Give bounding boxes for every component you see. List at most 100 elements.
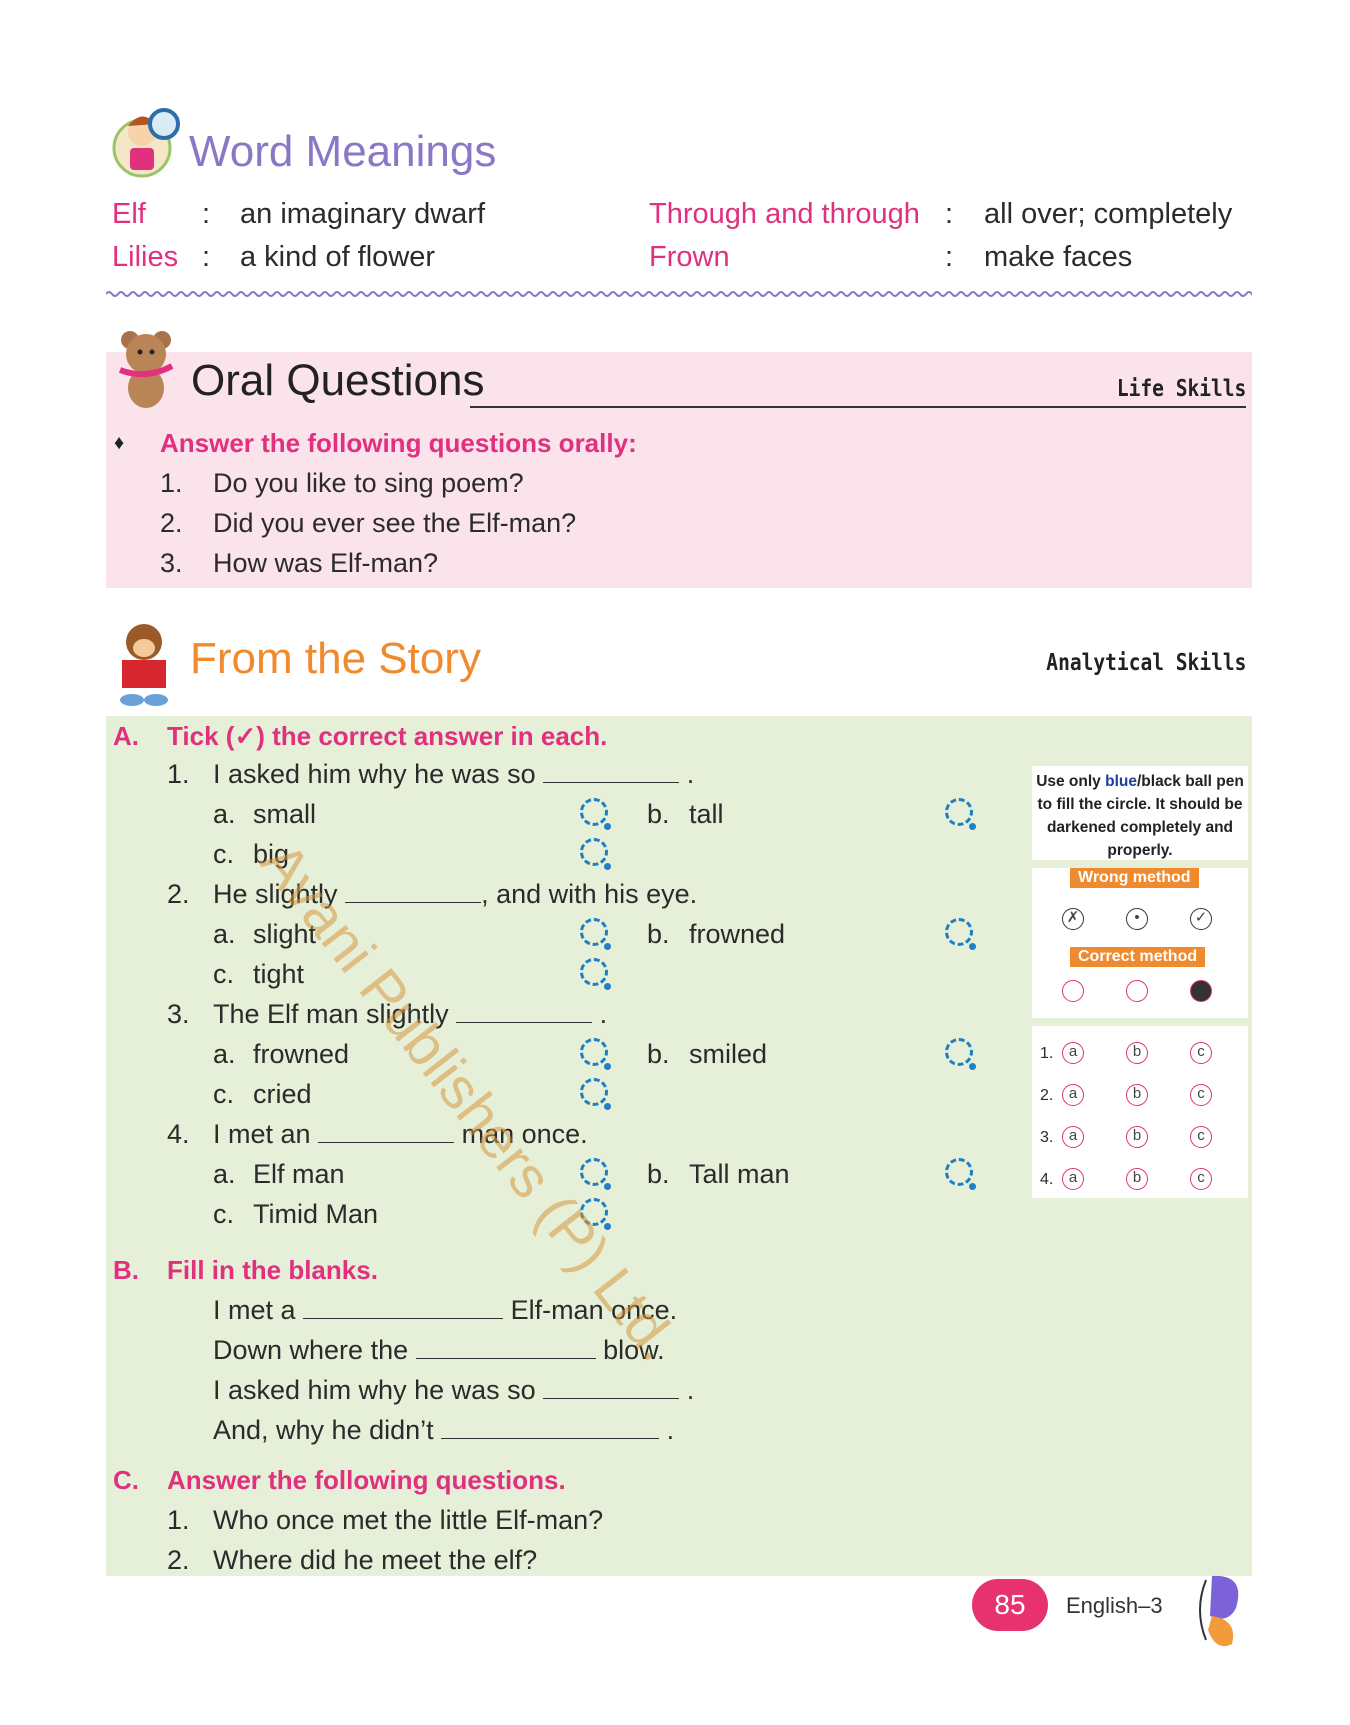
oral-q1-text: Do you like to sing poem? <box>213 468 524 498</box>
omr-row-3-b[interactable]: b <box>1126 1126 1148 1148</box>
mcq-3-opt-b-circle[interactable] <box>945 1038 976 1070</box>
oral-q1-num: 1. <box>160 468 183 498</box>
mcq-4-opt-a-text: Elf man <box>253 1159 345 1189</box>
oral-q3-text: How was Elf-man? <box>213 548 439 578</box>
omr-row-1-num: 1. <box>1040 1045 1054 1062</box>
mcq-2-opt-b-circle[interactable] <box>945 918 976 950</box>
omr-row-3-a[interactable]: a <box>1062 1126 1084 1148</box>
mcq-3-opt-a-circle[interactable] <box>580 1038 611 1070</box>
oral-q3-num: 3. <box>160 548 183 578</box>
omr-note: Use only blue/black ball pen to fill the… <box>1036 773 1244 859</box>
mcq-4-opt-b-text: Tall man <box>689 1159 790 1189</box>
mcq-2-num: 2. <box>167 879 190 909</box>
omr-row-1-a[interactable]: a <box>1062 1042 1084 1064</box>
colon: : <box>202 241 211 273</box>
meaning-elf: an imaginary dwarf <box>240 198 485 230</box>
word-lilies: Lilies <box>112 241 179 273</box>
mcq-2-opt-c-circle[interactable] <box>580 958 611 990</box>
mcq-3-opt-c-text: cried <box>253 1079 312 1109</box>
mcq-1-opt-c-text: big <box>253 839 290 869</box>
omr-row-2-num: 2. <box>1040 1087 1054 1104</box>
section-a-letter: A. <box>113 721 139 751</box>
fill-line-2: Down where the blow. <box>213 1335 665 1365</box>
fill-line-1: I met a Elf-man once. <box>213 1295 678 1325</box>
oral-q2-num: 2. <box>160 508 183 538</box>
correct-method-label: Correct method <box>1070 947 1206 967</box>
mcq-3-opt-c-circle[interactable] <box>580 1078 611 1110</box>
mcq-4-opt-b-circle[interactable] <box>945 1158 976 1190</box>
mcq-3-opt-b-text: smiled <box>689 1039 768 1069</box>
word-elf: Elf <box>112 198 146 230</box>
mcq-3-opt-a-text: frowned <box>253 1039 350 1069</box>
oral-q2-text: Did you ever see the Elf-man? <box>213 508 577 538</box>
mcq-4-opt-c-text: Timid Man <box>253 1199 379 1229</box>
mcq-4-opt-c-letter: c. <box>213 1199 235 1229</box>
oral-instruction: Answer the following questions orally: <box>160 428 637 458</box>
wrong-mark-dot: • <box>1126 908 1148 930</box>
mcq-2-opt-b-text: frowned <box>689 919 786 949</box>
butterfly-icon <box>1176 1570 1248 1652</box>
mcq-1-opt-b-circle[interactable] <box>945 798 976 830</box>
correct-filled-circle <box>1190 980 1212 1002</box>
omr-row-4-b[interactable]: b <box>1126 1168 1148 1190</box>
mcq-4-text: I met an man once. <box>213 1119 588 1149</box>
colon: : <box>202 198 211 230</box>
colon: : <box>945 198 954 230</box>
meaning-frown: make faces <box>984 241 1133 273</box>
omr-row-2-a[interactable]: a <box>1062 1084 1084 1106</box>
meaning-lilies: a kind of flower <box>240 241 436 273</box>
detective-kid-icon <box>112 104 180 180</box>
mcq-2-opt-a-circle[interactable] <box>580 918 611 950</box>
section-c-heading: Answer the following questions. <box>167 1465 566 1495</box>
omr-row-4-c[interactable]: c <box>1190 1168 1212 1190</box>
mcq-1-num: 1. <box>167 759 190 789</box>
mcq-1-opt-a-letter: a. <box>213 799 236 829</box>
wrong-mark-cross: ✗ <box>1062 908 1084 930</box>
section-b-heading: Fill in the blanks. <box>167 1255 378 1285</box>
mcq-4-opt-a-letter: a. <box>213 1159 236 1189</box>
omr-row-3-c[interactable]: c <box>1190 1126 1212 1148</box>
mcq-2-opt-a-text: slight <box>253 919 317 949</box>
mcq-4-opt-a-circle[interactable] <box>580 1158 611 1190</box>
meaning-through: all over; completely <box>984 198 1233 230</box>
section-a-heading: Tick (✓) the correct answer in each. <box>167 721 608 751</box>
omr-row-1-c[interactable]: c <box>1190 1042 1212 1064</box>
life-skills-label: Life Skills <box>1116 376 1246 402</box>
omr-row-3-num: 3. <box>1040 1129 1054 1146</box>
mcq-3-num: 3. <box>167 999 190 1029</box>
word-meanings-title: Word Meanings <box>189 127 497 176</box>
word-through: Through and through <box>649 198 920 230</box>
oral-title-rule <box>470 406 1246 408</box>
mcq-1-opt-a-text: small <box>253 799 317 829</box>
omr-answer-grid: 1. a b c 2. a b c 3. a b c 4. a b c <box>1032 1026 1248 1198</box>
mcq-2-opt-b-letter: b. <box>647 919 670 949</box>
mcq-3-opt-c-letter: c. <box>213 1079 235 1109</box>
omr-method-box: Wrong method ✗ • ✓ Correct method <box>1032 868 1248 1018</box>
oral-questions-title: Oral Questions <box>191 356 485 405</box>
omr-row-2-c[interactable]: c <box>1190 1084 1212 1106</box>
mcq-3-opt-a-letter: a. <box>213 1039 236 1069</box>
mcq-1-text: I asked him why he was so . <box>213 759 695 789</box>
mcq-1-opt-b-text: tall <box>689 799 724 829</box>
colon: : <box>945 241 954 273</box>
c-q1-text: Who once met the little Elf-man? <box>213 1505 604 1535</box>
word-frown: Frown <box>649 241 730 273</box>
book-label: English–3 <box>1066 1593 1163 1618</box>
section-c-letter: C. <box>113 1465 139 1495</box>
c-q1-num: 1. <box>167 1505 190 1535</box>
correct-empty-circle <box>1062 980 1084 1002</box>
mcq-2-text: He slightly , and with his eye. <box>213 879 698 909</box>
mcq-1-opt-b-letter: b. <box>647 799 670 829</box>
omr-row-1-b[interactable]: b <box>1126 1042 1148 1064</box>
wrong-mark-tick: ✓ <box>1190 908 1212 930</box>
mcq-1-opt-a-circle[interactable] <box>580 798 611 830</box>
omr-row-2-b[interactable]: b <box>1126 1084 1148 1106</box>
correct-empty-circle <box>1126 980 1148 1002</box>
fill-line-3: I asked him why he was so . <box>213 1375 695 1405</box>
mcq-2-opt-c-text: tight <box>253 959 305 989</box>
mcq-2-opt-c-letter: c. <box>213 959 235 989</box>
mcq-1-opt-c-circle[interactable] <box>580 838 611 870</box>
from-the-story-title: From the Story <box>190 634 481 683</box>
omr-row-4-a[interactable]: a <box>1062 1168 1084 1190</box>
mcq-4-opt-c-circle[interactable] <box>580 1198 611 1230</box>
